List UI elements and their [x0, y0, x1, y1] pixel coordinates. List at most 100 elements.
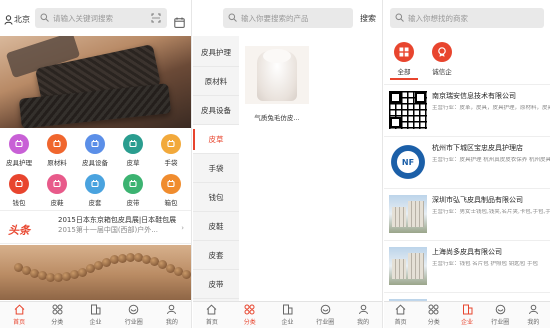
material-icon [47, 134, 67, 154]
company-name: 南京瑞安信息技术有限公司 [432, 92, 516, 100]
home-search-input[interactable]: 请输入关键词搜索 [35, 8, 167, 28]
home-icon [395, 304, 406, 315]
circle-icon [320, 304, 331, 315]
product-search-placeholder: 输入你要搜索的产品 [241, 13, 309, 23]
company-icon [462, 304, 473, 315]
sidebar-item[interactable]: 皮鞋 [193, 212, 239, 241]
tab-company[interactable]: 企业 [269, 302, 307, 328]
chevron-right-icon: › [181, 224, 184, 232]
category-grid: 皮具护理 原材料 皮具设备 皮草 手袋钱包 皮鞋 皮套 皮带 箱包 [0, 130, 191, 210]
tab-category[interactable]: 分类 [417, 302, 450, 328]
category-icon [244, 304, 255, 315]
sidebar-item[interactable]: 手袋 [193, 154, 239, 183]
tab-label: 首页 [205, 319, 218, 326]
tab-label: 我的 [165, 319, 178, 326]
tab-circle[interactable]: 行业圈 [306, 302, 344, 328]
company-name: 杭州市下城区宝忠皮具护理店 [432, 144, 523, 152]
luggage-icon [161, 174, 181, 194]
promo-banner-beads[interactable] [0, 245, 191, 300]
circle-icon [495, 304, 506, 315]
search-icon [395, 13, 404, 22]
category-header: 输入你要搜索的产品 搜索 [193, 0, 382, 36]
sidebar-item[interactable]: 钱包 [193, 183, 239, 212]
case-icon [85, 174, 105, 194]
product-image [245, 46, 309, 104]
tab-label: 我的 [357, 319, 370, 326]
building-photo [389, 247, 427, 285]
company-row[interactable]: 南京瑞安信息技术有限公司主营行业：皮革，皮具，皮具护理，原材料，皮具设备，皮带，… [384, 84, 550, 136]
news-item[interactable]: 2015日本东京箱包皮具展|日本鞋包展 [58, 215, 176, 225]
product-search-input[interactable]: 输入你要搜索的产品 [223, 8, 353, 28]
sidebar-item[interactable]: 皮具护理 [193, 38, 239, 67]
tab-home[interactable]: 首页 [0, 302, 38, 328]
company-screen: 输入你想找的商家 全部 诚信企 南京瑞安信息技术有限公司主营行业：皮革，皮具，皮… [384, 0, 550, 328]
category-item[interactable]: 皮套 [76, 174, 114, 207]
calendar-icon[interactable] [174, 13, 185, 28]
user-icon [528, 304, 539, 315]
circle-icon [128, 304, 139, 315]
category-label: 皮具设备 [82, 159, 108, 167]
user-icon [358, 304, 369, 315]
tab-user[interactable]: 我的 [344, 302, 382, 328]
category-item[interactable]: 手袋 [152, 134, 190, 167]
user-icon [166, 304, 177, 315]
promo-banner[interactable] [0, 36, 191, 128]
category-item[interactable]: 原材料 [38, 134, 76, 167]
category-screen: 输入你要搜索的产品 搜索 皮具护理 原材料 皮具设备 皮草 手袋 钱包 皮鞋 皮套 皮带 气质兔… [193, 0, 383, 328]
badge-icon [432, 42, 452, 62]
sidebar-item[interactable]: 皮套 [193, 241, 239, 270]
tab-user[interactable]: 我的 [153, 302, 191, 328]
category-item[interactable]: 箱包 [152, 174, 190, 207]
filter-trusted-button[interactable]: 诚信企 [422, 42, 462, 76]
fur-collar-image [263, 49, 291, 63]
tab-company[interactable]: 企业 [76, 302, 114, 328]
category-item[interactable]: 皮具护理 [0, 134, 38, 167]
category-label: 皮草 [126, 159, 140, 167]
category-label: 箱包 [164, 199, 178, 207]
tab-label: 分类 [51, 319, 64, 326]
tab-label: 首页 [394, 319, 407, 326]
company-row[interactable]: NF 杭州市下城区宝忠皮具护理店主营行业：皮具护理 杭州真皮皮衣保养 杭州皮具护理… [384, 136, 550, 188]
tab-user[interactable]: 我的 [517, 302, 550, 328]
tab-circle[interactable]: 行业圈 [484, 302, 517, 328]
company-row[interactable]: 上海尚多皮具有限公司 主营行业：钱包 名片包 护照包 钥匙包 手包 [384, 240, 550, 292]
sidebar-item[interactable]: 皮具设备 [193, 96, 239, 125]
tab-label: 分类 [427, 319, 440, 326]
tab-category[interactable]: 分类 [38, 302, 76, 328]
filter-all-button[interactable]: 全部 [384, 42, 424, 76]
category-item[interactable]: 皮带 [114, 174, 152, 207]
company-icon [90, 304, 101, 315]
filter-trusted-label: 诚信企 [432, 68, 452, 76]
tab-label: 企业 [281, 319, 294, 326]
headline-news-bar[interactable]: 头条 2015日本东京箱包皮具展|日本鞋包展 2015第十一届中国(西部)户外.… [0, 210, 191, 244]
location-selector[interactable]: 北京 [4, 14, 30, 25]
belt-icon [123, 174, 143, 194]
company-description: 主营行业：皮革，皮具，皮具护理，原材料，皮具设备，皮带，皮鞋... [432, 105, 550, 111]
search-button[interactable]: 搜索 [360, 13, 376, 24]
category-label: 皮套 [88, 199, 102, 207]
company-search-placeholder: 输入你想找的商家 [408, 13, 468, 23]
location-label: 北京 [14, 15, 30, 24]
tab-company[interactable]: 企业 [450, 302, 483, 328]
sidebar-item[interactable]: 皮带 [193, 270, 239, 299]
news-item[interactable]: 2015第十一届中国(西部)户外... [58, 225, 158, 235]
category-item[interactable]: 皮具设备 [76, 134, 114, 167]
tab-home[interactable]: 首页 [193, 302, 231, 328]
category-item[interactable]: 皮草 [114, 134, 152, 167]
tab-category[interactable]: 分类 [231, 302, 269, 328]
category-item[interactable]: 钱包 [0, 174, 38, 207]
tab-home[interactable]: 首页 [384, 302, 417, 328]
category-label: 手袋 [164, 159, 178, 167]
sidebar-item[interactable]: 皮草 [193, 125, 239, 154]
scan-icon[interactable] [151, 13, 161, 23]
company-search-input[interactable]: 输入你想找的商家 [390, 8, 544, 28]
sidebar-item[interactable]: 原材料 [193, 67, 239, 96]
tab-circle[interactable]: 行业圈 [115, 302, 153, 328]
company-emblem-image: NF [389, 143, 427, 181]
category-label: 皮具护理 [6, 159, 32, 167]
tab-label: 我的 [527, 319, 540, 326]
product-card[interactable]: 气质兔毛仿皮... [245, 46, 309, 122]
category-label: 钱包 [12, 199, 26, 207]
category-item[interactable]: 皮鞋 [38, 174, 76, 207]
company-row[interactable]: 深圳市弘飞皮具制品有限公司主营行业：男女士钱包,钱夹,名片夹,卡包,手包,手包,… [384, 188, 550, 240]
